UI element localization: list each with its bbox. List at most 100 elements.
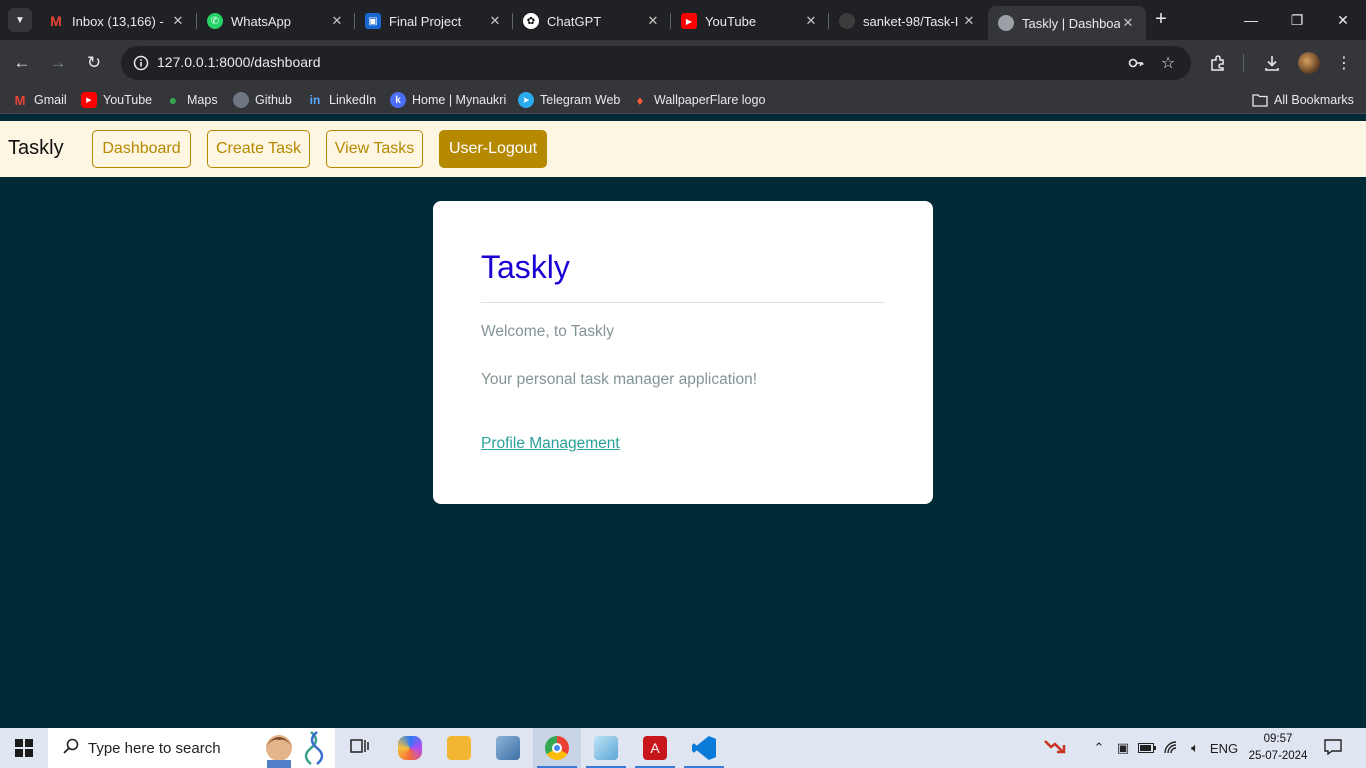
url-text[interactable]: 127.0.0.1:8000/dashboard xyxy=(157,54,320,70)
bookmark-label: WallpaperFlare logo xyxy=(654,93,766,107)
acrobat-app[interactable]: A xyxy=(631,728,679,768)
bookmark-label: LinkedIn xyxy=(329,93,377,107)
chrome-app[interactable] xyxy=(533,728,581,768)
site-info-icon[interactable] xyxy=(131,53,151,73)
tray-overflow-button[interactable]: ⌃ xyxy=(1090,728,1108,768)
tab-title: WhatsApp xyxy=(231,13,291,29)
battery-icon[interactable] xyxy=(1137,728,1157,768)
address-bar[interactable]: 127.0.0.1:8000/dashboard ☆ xyxy=(121,46,1191,80)
system-clock[interactable]: 09:57 25-07-2024 xyxy=(1248,731,1308,765)
github-icon xyxy=(233,92,249,108)
close-icon[interactable]: ✕ xyxy=(1120,15,1136,31)
extensions-icon[interactable] xyxy=(1206,51,1230,75)
welcome-text: Welcome, to Taskly xyxy=(481,323,614,340)
windows-taskbar: Type here to search A ⌃ ▣ 🔈︎ ENG 09:57 2… xyxy=(0,728,1366,768)
create-task-button[interactable]: Create Task xyxy=(207,130,310,168)
gmail-icon: M xyxy=(14,92,26,108)
meet-now-icon[interactable]: ▣ xyxy=(1113,728,1133,768)
bookmark-label: YouTube xyxy=(103,93,153,107)
tab-final-project[interactable]: ▣ Final Project ✕ xyxy=(355,6,513,36)
taskbar-search[interactable]: Type here to search xyxy=(48,728,335,768)
chatgpt-icon: ✿ xyxy=(523,13,539,29)
key-icon[interactable] xyxy=(1126,53,1146,73)
welcome-card: Taskly Welcome, to Taskly Your personal … xyxy=(433,201,933,504)
clock-time: 09:57 xyxy=(1263,733,1293,745)
task-view-button[interactable] xyxy=(336,728,384,768)
bookmark-label: Maps xyxy=(187,93,218,107)
notifications-button[interactable] xyxy=(1318,728,1348,768)
windows-icon xyxy=(15,739,33,757)
folder-icon xyxy=(447,736,471,760)
desktop-app[interactable] xyxy=(484,728,532,768)
profile-management-link[interactable]: Profile Management xyxy=(481,435,620,453)
download-icon[interactable] xyxy=(1260,51,1284,75)
reload-icon: ↻ xyxy=(86,53,102,72)
stocks-widget[interactable] xyxy=(1040,728,1070,768)
bookmark-label: Gmail xyxy=(34,93,67,107)
language-indicator[interactable]: ENG xyxy=(1208,728,1240,768)
dashboard-button[interactable]: Dashboard xyxy=(92,130,191,168)
new-tab-button[interactable]: + xyxy=(1150,8,1172,32)
app-navbar: Taskly Dashboard Create Task View Tasks … xyxy=(0,121,1366,177)
app-brand[interactable]: Taskly xyxy=(8,137,64,160)
bookmark-wallpaperflare[interactable]: ♦ WallpaperFlare logo xyxy=(632,91,766,109)
bookmark-linkedin[interactable]: in LinkedIn xyxy=(307,91,377,109)
view-tasks-button[interactable]: View Tasks xyxy=(326,130,423,168)
all-bookmarks[interactable]: All Bookmarks xyxy=(1252,91,1354,109)
start-button[interactable] xyxy=(0,728,48,768)
plus-icon: + xyxy=(1155,8,1167,30)
tab-gmail[interactable]: M Inbox (13,166) - ✕ xyxy=(38,6,196,36)
tab-chatgpt[interactable]: ✿ ChatGPT ✕ xyxy=(513,6,671,36)
forward-button[interactable]: → xyxy=(44,49,72,77)
bookmark-label: Home | Mynaukri xyxy=(412,93,507,107)
laptop-icon xyxy=(496,736,520,760)
tab-whatsapp[interactable]: ✆ WhatsApp ✕ xyxy=(197,6,355,36)
tab-title: ChatGPT xyxy=(547,13,602,29)
minimize-button[interactable]: — xyxy=(1228,0,1274,40)
vscode-icon xyxy=(692,736,716,760)
bookmark-youtube[interactable]: ▶ YouTube xyxy=(81,91,152,109)
restore-button[interactable]: ❐ xyxy=(1274,0,1320,40)
notepad-icon xyxy=(594,736,618,760)
tagline-text: Your personal task manager application! xyxy=(481,371,758,388)
wifi-icon[interactable] xyxy=(1161,728,1183,768)
close-icon[interactable]: ✕ xyxy=(803,13,819,29)
star-icon[interactable]: ☆ xyxy=(1158,53,1178,73)
tab-taskly-active[interactable]: Taskly | Dashboa ✕ xyxy=(988,6,1146,40)
tab-github[interactable]: sanket-98/Task-I ✕ xyxy=(829,6,987,36)
tab-youtube[interactable]: ▶ YouTube ✕ xyxy=(671,6,829,36)
notepad-app[interactable] xyxy=(582,728,630,768)
copilot-app[interactable] xyxy=(386,728,434,768)
card-title: Taskly xyxy=(481,249,570,285)
bookmark-github[interactable]: Github xyxy=(233,91,292,109)
bookmark-gmail[interactable]: M Gmail xyxy=(12,91,67,109)
back-button[interactable]: ← xyxy=(8,49,36,77)
file-explorer-app[interactable] xyxy=(435,728,483,768)
profile-avatar[interactable] xyxy=(1298,52,1320,74)
folder-icon xyxy=(1252,92,1268,108)
close-window-button[interactable]: ✕ xyxy=(1320,0,1366,40)
bookmark-maps[interactable]: ● Maps xyxy=(165,91,218,109)
telegram-icon: ➤ xyxy=(518,92,534,108)
volume-icon[interactable]: 🔈︎ xyxy=(1185,728,1205,768)
bookmark-telegram[interactable]: ➤ Telegram Web xyxy=(518,91,620,109)
close-icon[interactable]: ✕ xyxy=(170,13,186,29)
browser-toolbar: ← → ↻ 127.0.0.1:8000/dashboard ☆ ⋮ xyxy=(0,40,1366,86)
logout-button[interactable]: User-Logout xyxy=(439,130,547,168)
close-icon[interactable]: ✕ xyxy=(487,13,503,29)
tab-search-button[interactable]: ▼ xyxy=(8,8,32,32)
more-menu-icon[interactable]: ⋮ xyxy=(1332,51,1356,75)
close-icon[interactable]: ✕ xyxy=(645,13,661,29)
tab-title: YouTube xyxy=(705,13,757,29)
search-placeholder: Type here to search xyxy=(88,739,221,757)
close-icon[interactable]: ✕ xyxy=(329,13,345,29)
copilot-icon xyxy=(398,736,422,760)
vscode-app[interactable] xyxy=(680,728,728,768)
reload-button[interactable]: ↻ xyxy=(80,49,108,77)
bookmark-naukri[interactable]: k Home | Mynaukri xyxy=(390,91,506,109)
arrow-left-icon: ← xyxy=(13,53,31,72)
gmail-icon: M xyxy=(50,13,62,29)
restore-icon: ❐ xyxy=(1290,11,1304,28)
close-icon[interactable]: ✕ xyxy=(961,13,977,29)
bookmark-label: Github xyxy=(255,93,292,107)
